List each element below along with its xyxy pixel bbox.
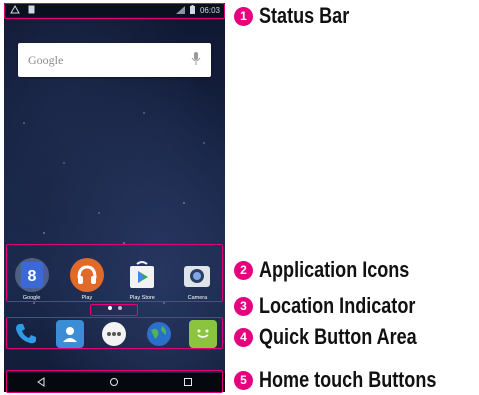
callout-number-badge: 2 <box>234 260 253 280</box>
callout-label: Quick Button Area <box>259 324 417 349</box>
callout-number-badge: 4 <box>234 327 253 347</box>
microphone-icon[interactable] <box>191 52 201 71</box>
callout-label: Location Indicator <box>259 293 416 318</box>
callout-application-icons: 2 Application Icons <box>234 257 442 283</box>
quick-button-area-highlight <box>6 317 223 349</box>
google-search-bar[interactable]: Google <box>18 43 211 77</box>
application-icons-highlight <box>6 244 223 302</box>
google-search-text: Google <box>28 53 64 67</box>
status-bar-highlight <box>4 3 225 19</box>
callout-location-indicator: 3 Location Indicator <box>234 293 450 319</box>
location-indicator-highlight <box>90 304 138 316</box>
callout-label: Status Bar <box>259 3 350 28</box>
home-buttons-highlight <box>6 370 223 393</box>
callout-number-badge: 3 <box>234 296 253 316</box>
callout-status-bar: 1 Status Bar <box>234 3 369 29</box>
callout-home-touch-buttons: 5 Home touch Buttons <box>234 367 475 393</box>
callout-label: Application Icons <box>259 257 410 282</box>
callout-quick-button-area: 4 Quick Button Area <box>234 324 451 350</box>
callout-label: Home touch Buttons <box>259 367 437 392</box>
callout-number-badge: 1 <box>234 6 253 26</box>
callout-number-badge: 5 <box>234 370 253 390</box>
